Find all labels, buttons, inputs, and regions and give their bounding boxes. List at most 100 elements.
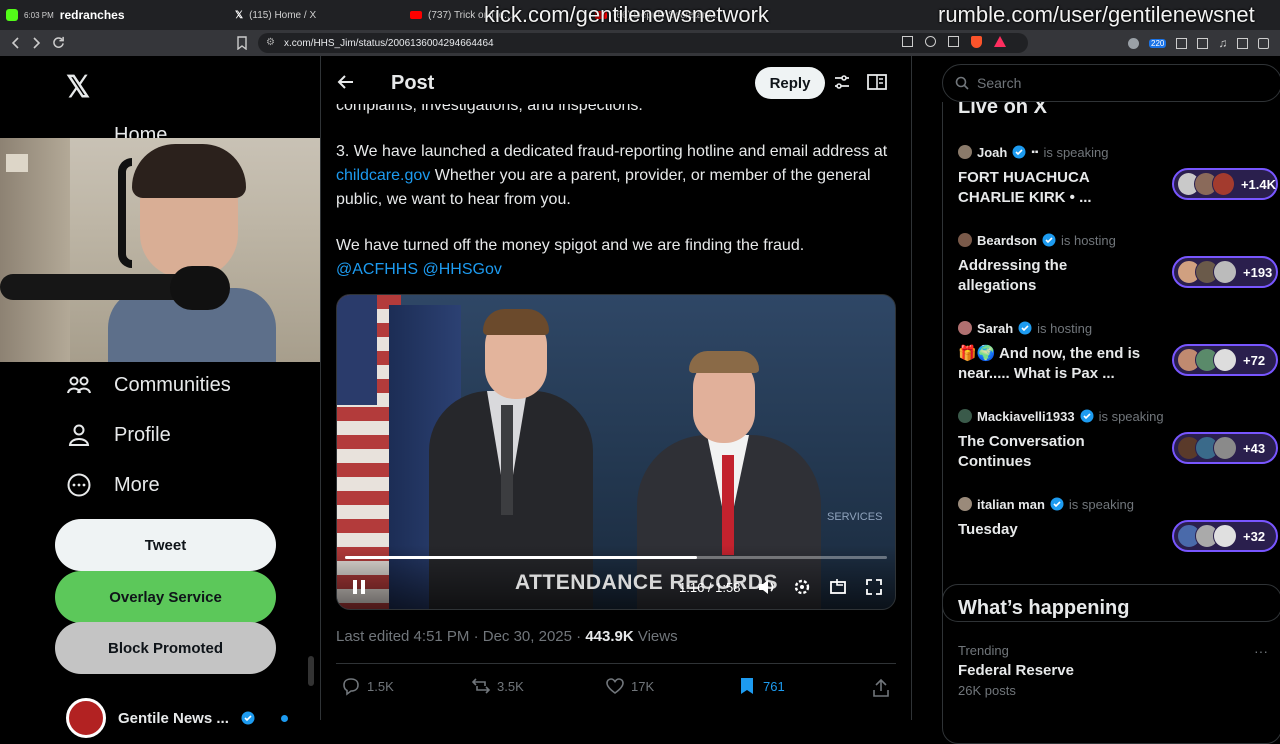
space-item[interactable]: Sarah is hosting 🎁🌍 And now, the end is n… (958, 320, 1278, 384)
x-logo-icon[interactable]: 𝕏 (66, 70, 90, 105)
reload-icon[interactable] (52, 36, 65, 49)
face (1213, 436, 1237, 460)
trend-name: Federal Reserve (958, 662, 1074, 679)
space-item[interactable]: italian man is speaking Tuesday +32 (958, 496, 1278, 552)
space-host: Joah ▪▪ is speaking (958, 144, 1278, 160)
space-title: The Conversation Continues (958, 433, 1085, 470)
host-role: is speaking (1098, 408, 1164, 424)
block-promoted-button[interactable]: Block Promoted (55, 622, 276, 674)
space-title: Addressing the allegations (958, 257, 1068, 294)
brave-rewards-icon[interactable] (994, 36, 1006, 47)
profile-icon (68, 424, 90, 446)
reply-action[interactable]: 1.5K (341, 676, 394, 696)
nav-profile-label: Profile (114, 423, 171, 446)
share-icon[interactable] (948, 36, 959, 47)
reader-view-icon[interactable] (867, 73, 887, 91)
settings-gear-icon[interactable] (793, 578, 811, 596)
media-icon[interactable]: ♫ (1218, 36, 1227, 50)
video-player[interactable]: SERVICES ATTENDANCE RECORDS 1:16 / 1:58 (336, 294, 896, 610)
speaker-2-tie (722, 455, 734, 555)
puzzle-icon[interactable] (1176, 37, 1188, 49)
host-role: is hosting (1060, 232, 1116, 248)
search-input[interactable]: Search (942, 64, 1280, 102)
mention-hhsgov[interactable]: @HHSGov (422, 261, 501, 278)
pip-icon[interactable] (829, 578, 847, 596)
more-icon (67, 473, 91, 497)
account-switcher[interactable]: Gentile News ... (66, 698, 288, 738)
fullscreen-icon[interactable] (865, 578, 883, 596)
bookmark-page-icon[interactable] (236, 36, 248, 50)
site-info-icon[interactable]: ⚙ (266, 37, 275, 48)
extensions-bar: 220 ♫ (1128, 36, 1270, 50)
rumble-url-overlay: rumble.com/user/gentilenewsnet (938, 2, 1255, 27)
space-item[interactable]: Mackiavelli1933 is speaking The Conversat… (958, 408, 1278, 472)
host-avatar (958, 233, 972, 247)
reply-button[interactable]: Reply (755, 67, 825, 99)
verified-badge-icon (241, 711, 255, 725)
back-icon[interactable] (10, 37, 22, 49)
tweet-paragraph-3: 3. We have launched a dedicated fraud-re… (336, 140, 896, 212)
tweet-button[interactable]: Tweet (55, 519, 276, 571)
youtube-icon (410, 11, 422, 19)
views-count: 443.9K (585, 628, 634, 645)
post-header: Post Reply (321, 56, 911, 108)
zoom-icon[interactable] (925, 36, 936, 47)
back-arrow-icon[interactable] (337, 73, 355, 91)
app-icon (6, 9, 18, 21)
tweet-text: 3. We have launched a dedicated fraud-re… (336, 143, 888, 160)
host-avatar (958, 145, 972, 159)
nav-profile[interactable]: Profile (66, 422, 171, 448)
live-on-x-panel: Live on X Joah ▪▪ is speaking FORT HUACHUC… (942, 102, 1280, 622)
share-icon[interactable] (871, 678, 891, 698)
webcam-overlay (0, 138, 322, 362)
extension-badge[interactable]: 220 (1149, 38, 1167, 48)
face (1211, 172, 1235, 196)
childcare-link[interactable]: childcare.gov (336, 167, 430, 184)
screenshot-icon[interactable] (1197, 37, 1209, 49)
verified-badge-icon (1018, 321, 1032, 335)
forward-icon[interactable] (30, 37, 42, 49)
filter-icon[interactable] (833, 73, 851, 91)
post-meta: Last edited 4:51 PM · Dec 30, 2025 · 443… (336, 628, 678, 645)
video-progress-track[interactable] (345, 556, 887, 559)
url-text: x.com/HHS_Jim/status/2006136004294664464 (284, 37, 494, 49)
extension-icon[interactable] (1128, 37, 1139, 49)
tab-x-home[interactable]: 𝕏 (115) Home / X (235, 4, 395, 26)
open-external-icon[interactable] (902, 36, 913, 47)
divider (336, 663, 896, 664)
face (1213, 524, 1237, 548)
wallet-icon[interactable] (1258, 37, 1270, 49)
tab-redranches[interactable]: 6:03 PM redranches (6, 4, 186, 26)
listener-count: +72 (1243, 352, 1266, 368)
mention-acfhhs[interactable]: @ACFHHS (336, 261, 418, 278)
edited-timestamp[interactable]: Last edited 4:51 PM · Dec 30, 2025 · (336, 628, 585, 645)
overlay-service-button[interactable]: Overlay Service (55, 571, 276, 623)
space-host: Mackiavelli1933 is speaking (958, 408, 1278, 424)
sidebar-toggle-icon[interactable] (1237, 37, 1249, 49)
person-hair (132, 144, 246, 198)
video-time: 1:16 / 1:58 (679, 580, 741, 595)
scrollbar[interactable] (308, 656, 314, 686)
trend-item[interactable]: Trending Federal Reserve 26K posts ··· (958, 643, 1268, 698)
repost-icon (471, 678, 491, 694)
more-options-icon[interactable]: ··· (1254, 643, 1268, 659)
space-item[interactable]: Joah ▪▪ is speaking FORT HUACHUCA CHARLIE … (958, 144, 1278, 208)
bookmark-action[interactable]: 761 (737, 676, 785, 696)
like-action[interactable]: 17K (605, 676, 654, 696)
brave-shield-icon[interactable] (971, 36, 982, 48)
trend-posts: 26K posts (958, 683, 1016, 698)
space-item[interactable]: Beardson is hosting Addressing the allega… (958, 232, 1278, 296)
space-title: 🎁🌍 And now, the end is near..... What is… (958, 345, 1141, 382)
like-count: 17K (631, 678, 655, 694)
url-actions (902, 36, 1006, 48)
space-host: Sarah is hosting (958, 320, 1278, 336)
repost-action[interactable]: 3.5K (471, 676, 524, 696)
listener-avatars: +1.4K (1172, 168, 1278, 200)
nav-more[interactable]: More (66, 472, 160, 498)
host-name: Joah (977, 144, 1008, 160)
pause-icon[interactable] (351, 579, 367, 595)
listener-count: +1.4K (1240, 176, 1276, 192)
nav-communities[interactable]: Communities (66, 372, 231, 398)
headphones (118, 158, 132, 268)
volume-icon[interactable] (757, 578, 777, 596)
